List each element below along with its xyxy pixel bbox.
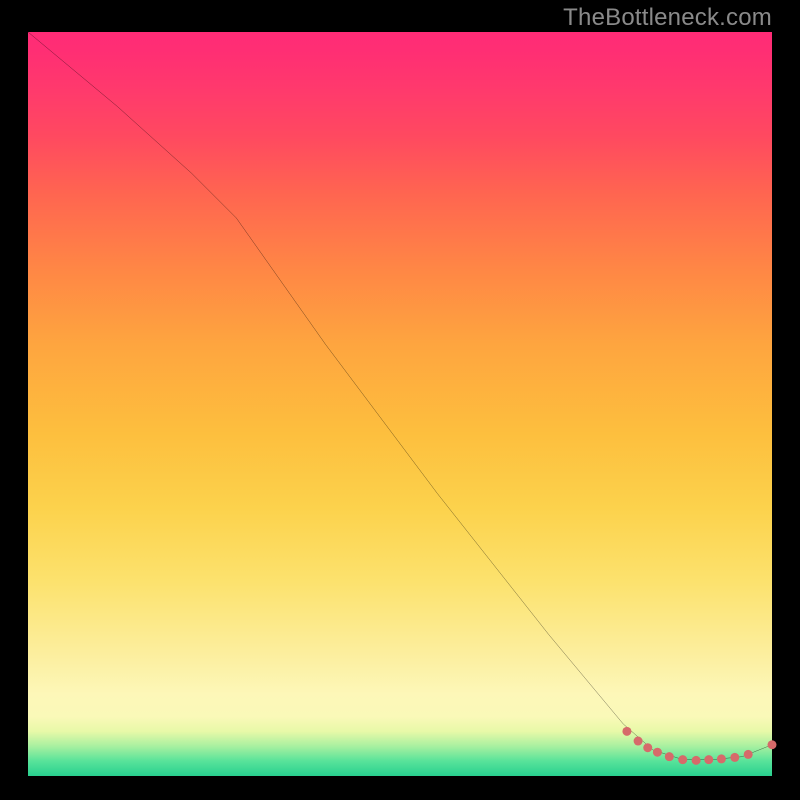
data-marker [692, 756, 701, 765]
data-marker [665, 752, 674, 761]
data-marker [704, 755, 713, 764]
data-marker [643, 743, 652, 752]
data-marker [767, 740, 776, 749]
data-marker [634, 737, 643, 746]
chart-frame: TheBottleneck.com [0, 0, 800, 800]
data-marker [717, 754, 726, 763]
series-svg [28, 32, 772, 776]
data-marker [622, 727, 631, 736]
attribution-label: TheBottleneck.com [563, 4, 772, 32]
bottleneck-curve [28, 32, 772, 760]
data-marker [653, 748, 662, 757]
data-marker [678, 755, 687, 764]
data-marker [730, 753, 739, 762]
plot-area [28, 32, 772, 776]
data-markers [622, 727, 776, 765]
data-marker [744, 750, 753, 759]
